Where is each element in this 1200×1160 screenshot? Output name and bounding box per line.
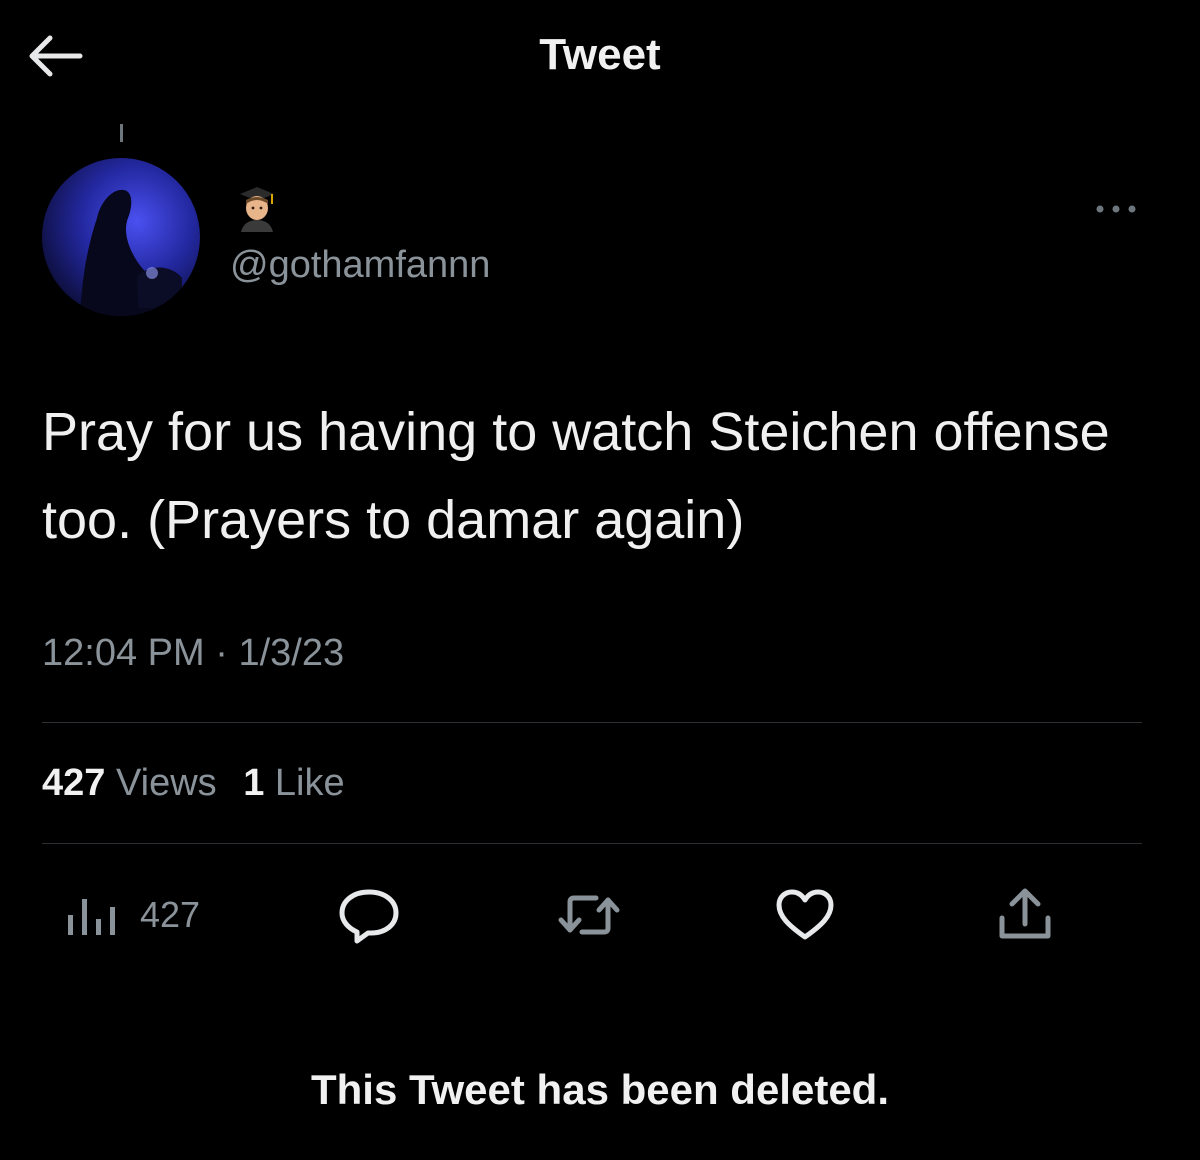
student-emoji-icon <box>240 187 274 232</box>
user-handle[interactable]: @gothamfannn <box>230 244 490 287</box>
views-chart-icon <box>68 899 115 935</box>
reply-button[interactable] <box>338 880 400 950</box>
divider <box>42 722 1142 723</box>
views-label: Views <box>115 762 217 804</box>
tweet-stats: 427 Views 1 Like <box>42 762 361 805</box>
likes-stat[interactable]: 1 Like <box>243 762 344 804</box>
tweet-date: 1/3/23 <box>238 632 345 674</box>
deleted-notice: This Tweet has been deleted. <box>310 1066 890 1113</box>
views-count: 427 <box>42 762 106 804</box>
divider <box>42 843 1142 844</box>
share-icon <box>999 888 1051 939</box>
page-title: Tweet <box>539 30 661 79</box>
more-dots-icon <box>1096 205 1136 213</box>
student-emoji <box>232 182 282 232</box>
views-stat[interactable]: 427 Views <box>42 762 217 804</box>
tweet-time: 12:04 PM <box>42 632 205 674</box>
avatar[interactable] <box>42 158 200 316</box>
retweet-icon <box>558 895 620 935</box>
avatar-image <box>42 158 200 316</box>
timestamp-separator: · <box>215 632 228 674</box>
like-heart-icon <box>776 889 834 940</box>
retweet-button[interactable] <box>556 880 622 950</box>
views-button[interactable]: 427 <box>64 880 200 950</box>
like-button[interactable] <box>774 880 836 950</box>
thread-connector <box>120 124 123 142</box>
views-count-label: 427 <box>140 894 201 935</box>
tweet-timestamp[interactable]: 12:04 PM · 1/3/23 <box>42 632 344 675</box>
reply-icon <box>339 889 399 944</box>
share-button[interactable] <box>994 880 1056 950</box>
top-bar: Tweet <box>0 0 1200 110</box>
tweet-text: Pray for us having to watch Steichen off… <box>42 402 1110 550</box>
more-options-button[interactable] <box>1090 196 1142 222</box>
action-bar: 427 <box>0 880 1200 950</box>
likes-label: Like <box>274 762 345 804</box>
likes-count: 1 <box>243 762 265 804</box>
